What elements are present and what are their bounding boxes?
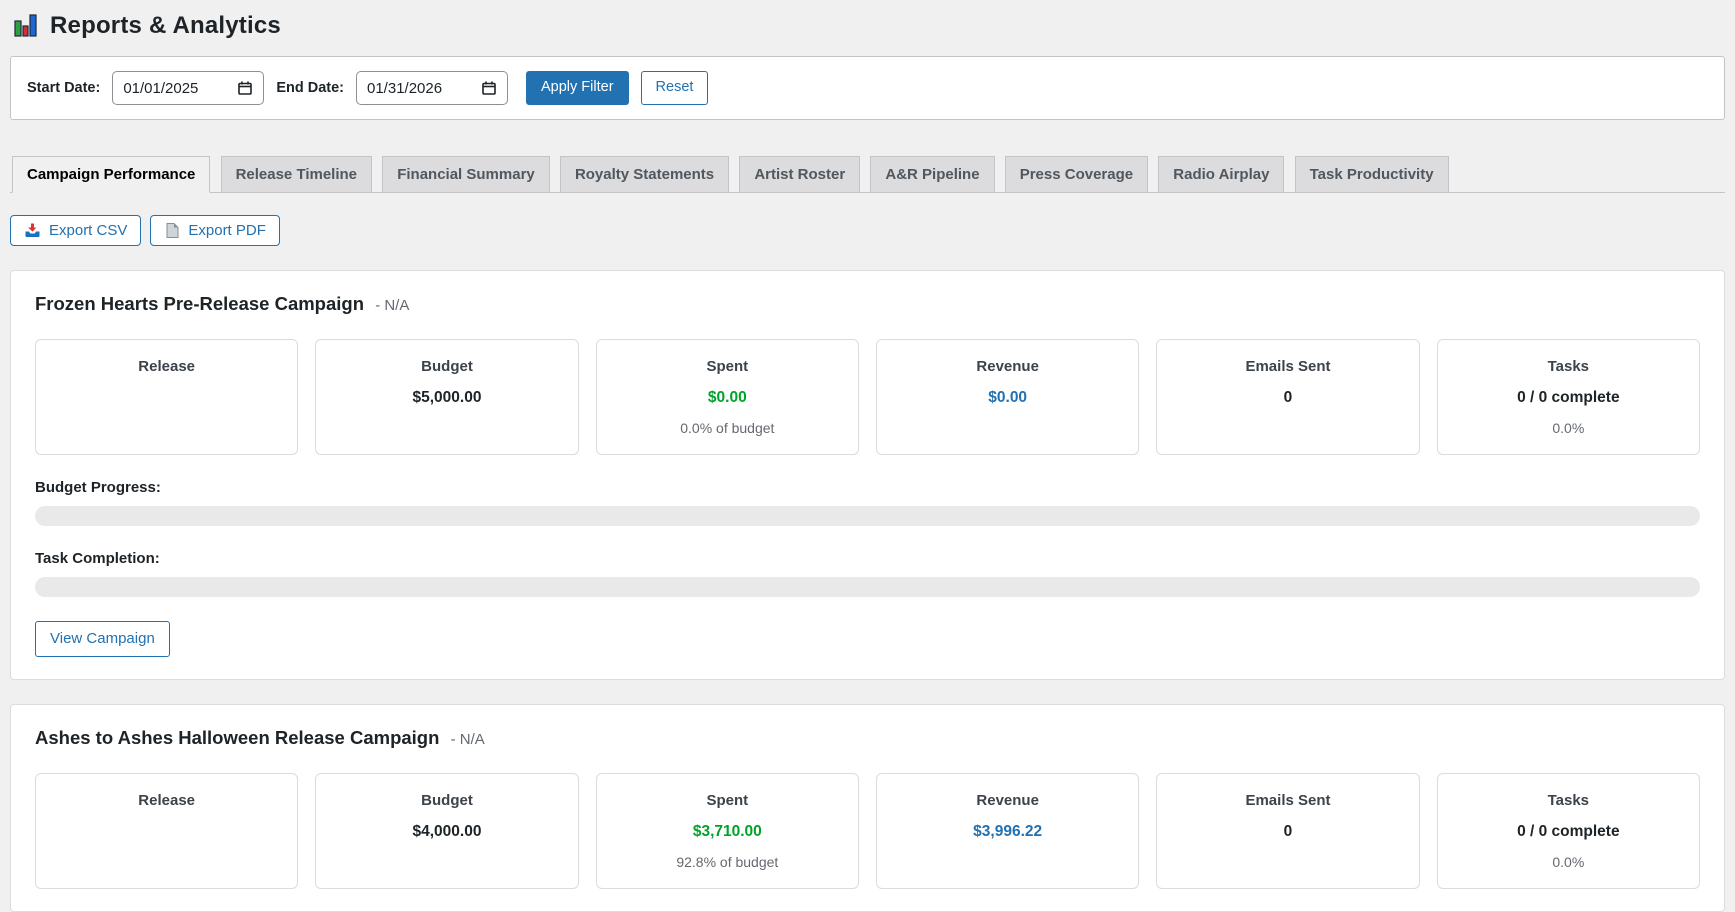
campaign-card-frozen-hearts: Frozen Hearts Pre-Release Campaign - N/A… [10,270,1725,680]
stat-label: Release [138,792,196,809]
stat-value: $4,000.00 [412,823,482,840]
stat-label: Spent [706,792,749,809]
stat-label: Budget [421,792,473,809]
tab-release-timeline[interactable]: Release Timeline [220,156,373,193]
stat-box-budget: Budget $4,000.00 [315,773,579,889]
stat-box-emails-sent: Emails Sent 0 [1156,339,1420,455]
export-pdf-label: Export PDF [188,222,266,239]
download-inbox-icon [25,223,40,237]
stat-box-revenue: Revenue $3,996.22 [876,773,1140,889]
stat-value: $5,000.00 [412,389,482,406]
stat-value: $0.00 [988,389,1028,406]
view-campaign-button[interactable]: View Campaign [35,621,170,657]
end-date-value: 01/31/2026 [367,79,443,97]
tab-bar: Campaign Performance Release Timeline Fi… [10,156,1725,193]
stat-box-release: Release [35,773,299,889]
stat-value: 0 / 0 complete [1517,823,1620,840]
end-date-label: End Date: [276,80,344,96]
start-date-label: Start Date: [27,80,101,96]
stat-label: Budget [421,358,473,375]
tab-royalty-statements[interactable]: Royalty Statements [559,156,730,193]
stat-sub: 0.0% [1552,420,1585,436]
stat-box-tasks: Tasks 0 / 0 complete 0.0% [1436,773,1700,889]
budget-progress-bar [35,506,1700,526]
stat-label: Tasks [1547,358,1590,375]
stat-box-release: Release [35,339,299,455]
campaign-title-row: Frozen Hearts Pre-Release Campaign - N/A [35,293,1700,315]
stat-label: Emails Sent [1245,792,1331,809]
filter-bar: Start Date: 01/01/2025 End Date: 01/31/2… [10,56,1725,120]
stats-grid: Release Budget $5,000.00 Spent $0.00 0.0… [35,339,1700,455]
page-header: Reports & Analytics [12,12,1725,40]
stat-box-budget: Budget $5,000.00 [315,339,579,455]
campaign-title: Frozen Hearts Pre-Release Campaign [35,293,365,314]
stat-sub: 0.0% [1552,854,1585,870]
stat-value: 0 / 0 complete [1517,389,1620,406]
reset-button[interactable]: Reset [640,71,709,105]
stat-value: $3,996.22 [973,823,1043,840]
stat-box-tasks: Tasks 0 / 0 complete 0.0% [1436,339,1700,455]
stat-box-revenue: Revenue $0.00 [876,339,1140,455]
tab-artist-roster[interactable]: Artist Roster [739,156,861,193]
end-date-input[interactable]: 01/31/2026 [356,71,508,105]
budget-progress-label: Budget Progress: [35,479,161,496]
stat-sub: 0.0% of budget [680,420,775,436]
campaign-title: Ashes to Ashes Halloween Release Campaig… [35,727,440,748]
task-completion-label: Task Completion: [35,550,160,567]
stat-value: 0 [1283,389,1293,406]
stat-label: Release [138,358,196,375]
stat-box-spent: Spent $0.00 0.0% of budget [595,339,859,455]
export-csv-button[interactable]: Export CSV [10,215,142,246]
campaign-subtitle: - N/A [375,297,410,314]
stat-label: Revenue [976,358,1039,375]
stat-label: Tasks [1547,792,1590,809]
export-row: Export CSV Export PDF [10,215,1725,246]
campaign-card-ashes-to-ashes: Ashes to Ashes Halloween Release Campaig… [10,704,1725,912]
campaign-subtitle: - N/A [450,731,485,748]
export-csv-label: Export CSV [49,222,128,239]
calendar-icon [482,81,496,95]
stat-value: $0.00 [707,389,747,406]
tab-ar-pipeline[interactable]: A&R Pipeline [870,156,995,193]
apply-filter-button[interactable]: Apply Filter [526,71,629,105]
tab-campaign-performance[interactable]: Campaign Performance [12,156,211,193]
bar-chart-icon [14,14,37,37]
tab-financial-summary[interactable]: Financial Summary [382,156,550,193]
stats-grid: Release Budget $4,000.00 Spent $3,710.00… [35,773,1700,889]
calendar-icon [238,81,253,95]
document-page-icon [166,223,179,238]
stat-sub: 92.8% of budget [676,854,779,870]
start-date-value: 01/01/2025 [123,79,199,97]
task-completion-bar [35,577,1700,597]
campaign-title-row: Ashes to Ashes Halloween Release Campaig… [35,727,1700,749]
stat-box-spent: Spent $3,710.00 92.8% of budget [595,773,859,889]
stat-label: Revenue [976,792,1039,809]
stat-box-emails-sent: Emails Sent 0 [1156,773,1420,889]
export-pdf-button[interactable]: Export PDF [150,215,280,246]
stat-value: $3,710.00 [692,823,762,840]
tab-task-productivity[interactable]: Task Productivity [1294,156,1449,193]
stat-label: Spent [706,358,749,375]
stat-label: Emails Sent [1245,358,1331,375]
page-title: Reports & Analytics [50,12,281,39]
start-date-input[interactable]: 01/01/2025 [112,71,265,105]
tab-radio-airplay[interactable]: Radio Airplay [1158,156,1285,193]
stat-value: 0 [1283,823,1293,840]
tab-press-coverage[interactable]: Press Coverage [1004,156,1149,193]
